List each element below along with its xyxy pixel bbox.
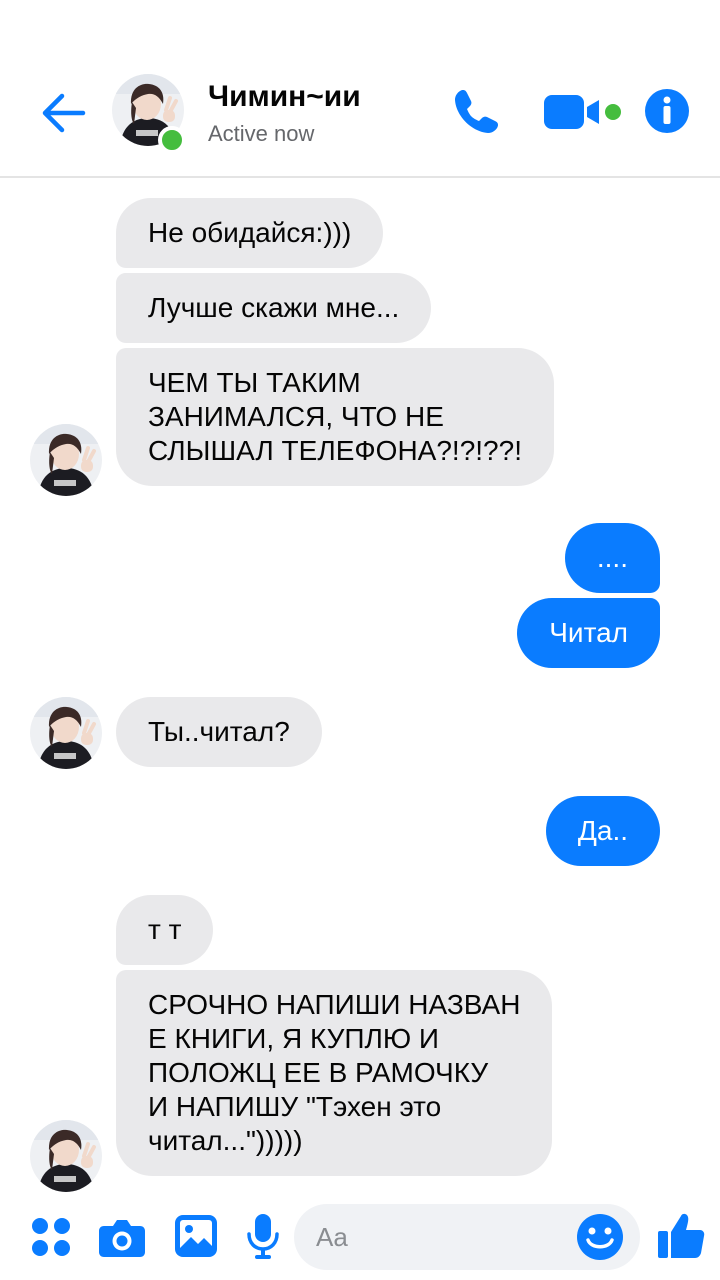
message-bubble-outgoing[interactable]: Да.. <box>545 796 660 866</box>
back-arrow-icon[interactable] <box>38 88 88 138</box>
message-bubble-incoming[interactable]: Ты..читал? <box>116 697 322 767</box>
sender-avatar[interactable] <box>30 424 102 496</box>
message-bubble-incoming[interactable]: Не обидайся:))) <box>116 198 384 268</box>
contact-name[interactable]: Чимин~ии <box>208 80 361 114</box>
info-icon[interactable] <box>644 88 690 134</box>
video-camera-icon[interactable] <box>542 92 626 132</box>
message-bubble-outgoing[interactable]: .... <box>564 523 660 593</box>
apps-grid-icon[interactable] <box>30 1216 72 1258</box>
phone-icon[interactable] <box>450 86 502 138</box>
message-bubble-outgoing[interactable]: Читал <box>517 598 660 668</box>
camera-icon[interactable] <box>98 1216 146 1258</box>
sender-avatar[interactable] <box>30 697 102 769</box>
gallery-icon[interactable] <box>174 1214 218 1258</box>
sender-avatar[interactable] <box>30 1120 102 1192</box>
message-bubble-incoming[interactable]: СРОЧНО НАПИШИ НАЗВАН Е КНИГИ, Я КУПЛЮ И … <box>116 970 553 1176</box>
active-status: Active now <box>208 121 315 146</box>
message-bubble-incoming[interactable]: ЧЕМ ТЫ ТАКИМ ЗАНИМАЛСЯ, ЧТО НЕ СЛЫШАЛ ТЕ… <box>116 348 554 486</box>
message-bubble-incoming[interactable]: т т <box>116 895 214 965</box>
message-bubble-incoming[interactable]: Лучше скажи мне... <box>116 273 432 343</box>
emoji-icon[interactable] <box>576 1213 624 1261</box>
online-status-dot <box>158 126 186 154</box>
thumbs-up-icon[interactable] <box>656 1210 706 1260</box>
microphone-icon[interactable] <box>246 1212 280 1260</box>
conversation-header: Чимин~ии Active now <box>0 0 720 178</box>
